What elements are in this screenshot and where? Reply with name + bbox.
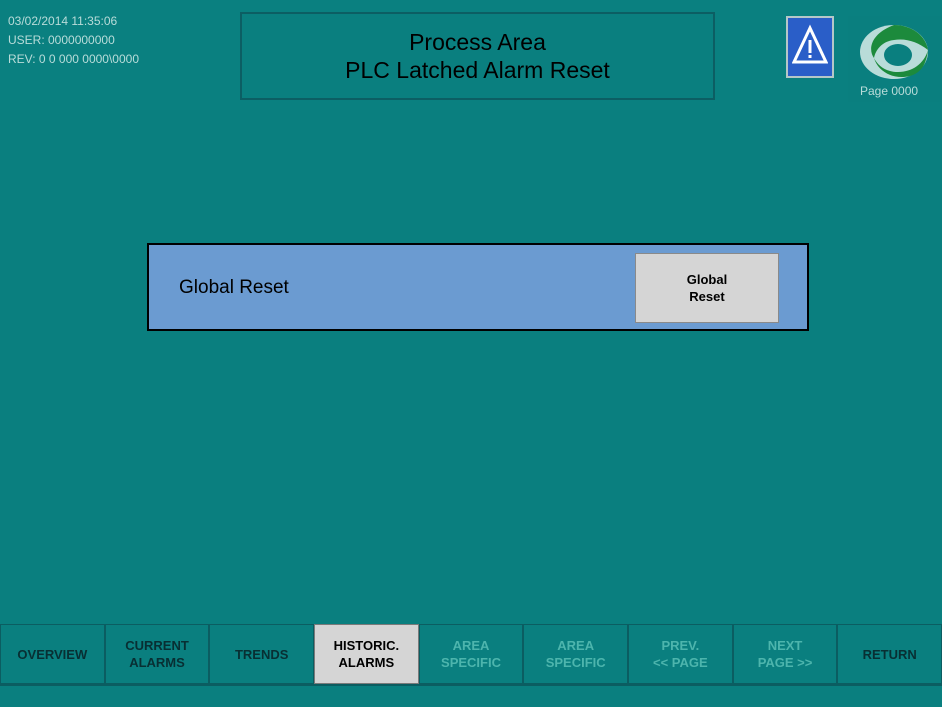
nav-current-alarms-button[interactable]: CURRENT ALARMS [104, 624, 210, 684]
page-title-line2: PLC Latched Alarm Reset [345, 57, 610, 83]
datetime-text: 03/02/2014 11:35:06 [8, 14, 118, 28]
session-info: 03/02/2014 11:35:06 USER: 0000000000 REV… [8, 12, 139, 69]
revision-text: REV: 0 0 000 0000\0000 [8, 52, 139, 66]
nav-historic-alarms-button[interactable]: HISTORIC. ALARMS [314, 624, 419, 684]
page-title-line1: Process Area [409, 29, 546, 55]
header: 03/02/2014 11:35:06 USER: 0000000000 REV… [0, 0, 942, 110]
nav-next-page-button[interactable]: NEXT PAGE >> [732, 624, 838, 684]
nav-prev-page-button[interactable]: PREV. << PAGE [628, 624, 733, 684]
page-number: Page 0000 [860, 84, 919, 98]
nav-overview-button[interactable]: OVERVIEW [0, 624, 105, 684]
nav-return-button[interactable]: RETURN [837, 624, 942, 684]
nav-area-specific-button-1[interactable]: AREA SPECIFIC [418, 624, 524, 684]
nav-area-specific-button-2[interactable]: AREA SPECIFIC [523, 624, 629, 684]
page-title-box: Process Area PLC Latched Alarm Reset [240, 12, 715, 100]
status-bar [0, 684, 942, 707]
bottom-nav: OVERVIEW CURRENT ALARMS TRENDS HISTORIC.… [0, 624, 942, 684]
global-reset-button[interactable]: Global Reset [635, 253, 779, 323]
user-text: USER: 0000000000 [8, 33, 115, 47]
global-reset-label: Global Reset [179, 277, 289, 298]
nav-trends-button[interactable]: TRENDS [209, 624, 315, 684]
global-reset-panel: Global Reset Global Reset [147, 243, 809, 331]
warning-triangle-icon[interactable] [786, 16, 834, 78]
